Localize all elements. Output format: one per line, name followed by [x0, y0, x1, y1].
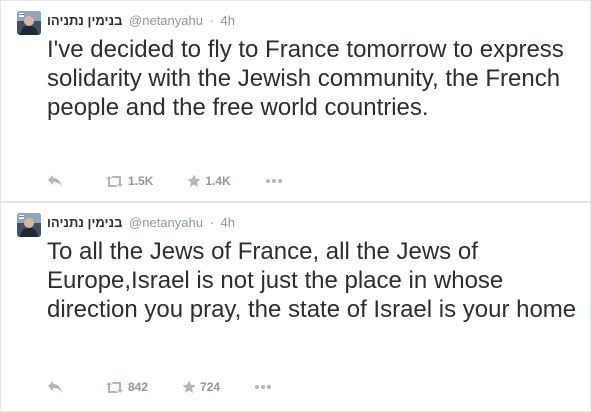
tweet-actions: 1.5K 1.4K: [47, 171, 283, 191]
reply-icon: [48, 175, 62, 187]
retweet-icon: [106, 175, 123, 187]
avatar[interactable]: [17, 11, 41, 35]
star-icon: [182, 380, 196, 393]
reply-icon: [48, 381, 62, 393]
avatar-image: [17, 11, 41, 35]
author-handle[interactable]: @netanyahu: [129, 13, 203, 28]
star-icon: [187, 174, 201, 187]
retweet-button[interactable]: 842: [105, 380, 148, 394]
retweet-icon: [106, 381, 123, 393]
more-button[interactable]: [265, 178, 283, 184]
author-name[interactable]: בנימין נתניהו: [47, 13, 122, 28]
retweet-count: 842: [128, 380, 149, 394]
tweet-timestamp[interactable]: 4h: [221, 13, 235, 28]
tweet-card[interactable]: בנימין נתניהו @netanyahu · 4h To all the…: [0, 202, 591, 412]
more-dots-icon: [265, 179, 282, 183]
tweet-header: בנימין נתניהו @netanyahu · 4h: [47, 12, 235, 30]
more-button[interactable]: [254, 384, 272, 390]
more-dots-icon: [255, 385, 272, 389]
author-name[interactable]: בנימין נתניהו: [47, 215, 122, 230]
retweet-button[interactable]: 1.5K: [105, 174, 153, 188]
reply-button[interactable]: [47, 380, 67, 394]
reply-button[interactable]: [47, 174, 67, 188]
author-handle[interactable]: @netanyahu: [129, 215, 203, 230]
tweet-card[interactable]: בנימין נתניהו @netanyahu · 4h I've decid…: [0, 0, 591, 202]
retweet-count: 1.5K: [128, 174, 154, 188]
header-separator: ·: [209, 215, 214, 230]
favorite-button[interactable]: 724: [182, 380, 220, 394]
tweet-timestamp[interactable]: 4h: [221, 215, 235, 230]
header-separator: ·: [209, 13, 214, 28]
tweet-text: I've decided to fly to France tomorrow t…: [47, 36, 564, 121]
tweet-header: בנימין נתניהו @netanyahu · 4h: [47, 214, 235, 232]
favorite-button[interactable]: 1.4K: [187, 174, 231, 188]
tweet-actions: 842 724: [47, 377, 272, 397]
avatar[interactable]: [17, 213, 41, 237]
favorite-count: 1.4K: [205, 174, 231, 188]
avatar-image: [17, 213, 41, 237]
favorite-count: 724: [200, 380, 221, 394]
tweet-text: To all the Jews of France, all the Jews …: [47, 238, 577, 323]
